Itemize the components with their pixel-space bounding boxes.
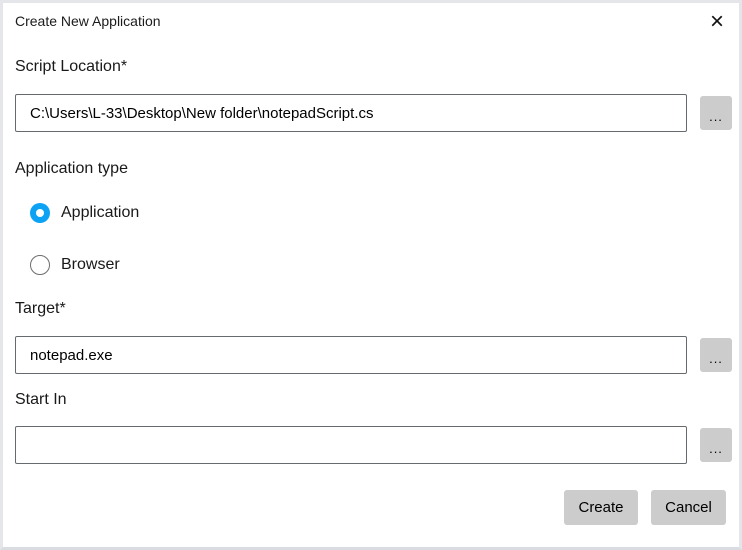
- radio-option-application[interactable]: Application: [30, 203, 139, 223]
- start-in-browse-button[interactable]: ...: [700, 428, 732, 462]
- cancel-button[interactable]: Cancel: [651, 490, 726, 525]
- target-browse-button[interactable]: ...: [700, 338, 732, 372]
- radio-icon-application[interactable]: [30, 203, 50, 223]
- script-location-browse-button[interactable]: ...: [700, 96, 732, 130]
- target-input[interactable]: [15, 336, 687, 374]
- radio-label-browser: Browser: [61, 256, 120, 274]
- close-icon[interactable]: ×: [701, 7, 733, 37]
- dialog-title: Create New Application: [15, 13, 161, 29]
- script-location-input[interactable]: [15, 94, 687, 132]
- start-in-input[interactable]: [15, 426, 687, 464]
- create-button[interactable]: Create: [564, 490, 638, 525]
- create-new-application-dialog: Create New Application × Script Location…: [0, 0, 742, 550]
- radio-option-browser[interactable]: Browser: [30, 255, 120, 275]
- radio-label-application: Application: [61, 204, 139, 222]
- script-location-label: Script Location*: [15, 58, 127, 76]
- application-type-label: Application type: [15, 160, 128, 178]
- radio-icon-browser[interactable]: [30, 255, 50, 275]
- start-in-label: Start In: [15, 391, 67, 409]
- target-label: Target*: [15, 300, 66, 318]
